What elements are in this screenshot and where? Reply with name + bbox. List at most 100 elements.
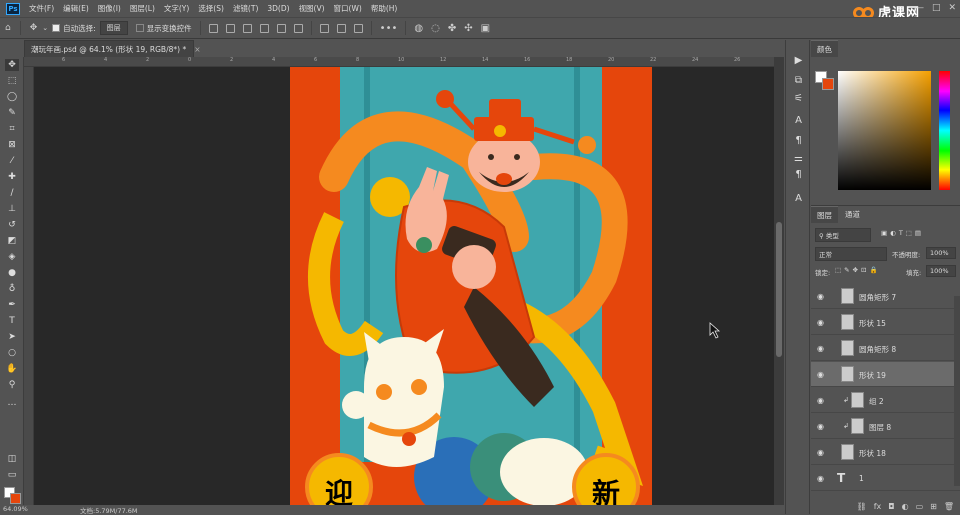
adjustments-icon[interactable]: ⚟ bbox=[790, 92, 807, 106]
pen-tool-icon[interactable]: ✒ bbox=[5, 299, 19, 311]
history-icon[interactable]: ⧉ bbox=[790, 74, 807, 88]
paragraph-icon[interactable]: ¶ bbox=[790, 134, 807, 148]
filter-icons[interactable]: ▣◐T⬚▤ bbox=[881, 229, 924, 237]
move-tool-preset-icon[interactable]: ✥ bbox=[30, 23, 38, 33]
3d-roll-icon[interactable]: ◌ bbox=[431, 23, 440, 34]
fill-input[interactable]: 100% bbox=[926, 265, 956, 277]
move-tool-icon[interactable]: ✥ bbox=[5, 59, 19, 71]
hue-slider[interactable] bbox=[939, 71, 950, 190]
auto-select-target-dropdown[interactable]: 图层 bbox=[99, 21, 128, 35]
layer-row[interactable]: ◉ ↲ 图层 8 bbox=[811, 414, 960, 439]
menu-3d[interactable]: 3D(D) bbox=[267, 4, 289, 13]
adjustment-layer-icon[interactable]: ◐ bbox=[902, 502, 909, 515]
menu-layer[interactable]: 图层(L) bbox=[130, 3, 155, 14]
artwork-canvas[interactable]: 迎 新 bbox=[34, 67, 774, 505]
path-select-tool-icon[interactable]: ➤ bbox=[5, 331, 19, 343]
align-center-icon[interactable] bbox=[225, 23, 235, 33]
canvas-area[interactable]: 迎 新 bbox=[34, 67, 774, 505]
hand-tool-icon[interactable]: ✋ bbox=[5, 363, 19, 375]
show-transform-checkbox[interactable] bbox=[135, 24, 144, 32]
eye-icon[interactable]: ◉ bbox=[817, 292, 824, 301]
healing-tool-icon[interactable]: ✚ bbox=[5, 171, 19, 183]
zoom-tool-icon[interactable]: ⚲ bbox=[5, 379, 19, 391]
fx-icon[interactable]: fx bbox=[874, 502, 882, 515]
home-icon[interactable]: ⌂ bbox=[5, 23, 11, 33]
layer-row-selected[interactable]: ◉ 形状 19 bbox=[811, 362, 960, 387]
scrollbar-thumb[interactable] bbox=[776, 222, 782, 357]
lasso-tool-icon[interactable]: ◯ bbox=[5, 91, 19, 103]
menu-select[interactable]: 选择(S) bbox=[198, 3, 224, 14]
align-bottom-icon[interactable] bbox=[293, 23, 303, 33]
clone-stamp-tool-icon[interactable]: ⊥ bbox=[5, 203, 19, 215]
3d-slide-icon[interactable]: ✣ bbox=[464, 23, 472, 34]
eye-icon[interactable]: ◉ bbox=[817, 318, 824, 327]
layer-row[interactable]: ◉ 形状 18 bbox=[811, 440, 960, 465]
blur-tool-icon[interactable]: ● bbox=[5, 267, 19, 279]
menu-image[interactable]: 图像(I) bbox=[98, 3, 121, 14]
history-brush-tool-icon[interactable]: ↺ bbox=[5, 219, 19, 231]
distribute-center-icon[interactable] bbox=[336, 23, 346, 33]
link-layers-icon[interactable]: ⛓ bbox=[857, 502, 867, 515]
type-tool-icon[interactable]: T bbox=[5, 315, 19, 327]
close-button[interactable]: ✕ bbox=[948, 3, 956, 13]
maximize-button[interactable]: □ bbox=[932, 3, 941, 13]
chevron-down-icon[interactable]: ⌄ bbox=[42, 24, 48, 32]
quick-select-tool-icon[interactable]: ✎ bbox=[5, 107, 19, 119]
libraries-icon[interactable]: ¶ bbox=[790, 168, 807, 182]
new-layer-icon[interactable]: ⊞ bbox=[930, 502, 937, 515]
background-color-swatch[interactable] bbox=[10, 493, 21, 504]
glyphs-icon[interactable]: A bbox=[790, 192, 807, 206]
eye-icon[interactable]: ◉ bbox=[817, 474, 824, 483]
layer-row[interactable]: ◉ 圆角矩形 8 bbox=[811, 336, 960, 361]
add-mask-icon[interactable]: ◘ bbox=[888, 502, 894, 515]
minimize-button[interactable]: — bbox=[915, 3, 924, 13]
blend-mode-dropdown[interactable]: 正常 bbox=[815, 247, 887, 261]
menu-type[interactable]: 文字(Y) bbox=[164, 3, 189, 14]
new-group-icon[interactable]: ▭ bbox=[916, 502, 924, 515]
eraser-tool-icon[interactable]: ◩ bbox=[5, 235, 19, 247]
menu-file[interactable]: 文件(F) bbox=[29, 3, 54, 14]
character-icon[interactable]: A bbox=[790, 114, 807, 128]
menu-help[interactable]: 帮助(H) bbox=[371, 3, 398, 14]
layer-row[interactable]: ◉ 圆角矩形 7 bbox=[811, 284, 960, 309]
properties-icon[interactable]: ⚌ bbox=[790, 152, 807, 166]
eye-icon[interactable]: ◉ bbox=[817, 344, 824, 353]
tab-color[interactable]: 颜色 bbox=[811, 40, 838, 57]
menu-view[interactable]: 视图(V) bbox=[299, 3, 325, 14]
eye-icon[interactable]: ◉ bbox=[817, 448, 824, 457]
screen-mode-icon[interactable]: ▭ bbox=[5, 469, 19, 481]
lock-icons[interactable]: ⬚✎✥⊡🔒 bbox=[835, 266, 881, 274]
document-tab[interactable]: 潮玩年画.psd @ 64.1% (形状 19, RGB/8*) * × bbox=[24, 40, 201, 57]
menu-window[interactable]: 窗口(W) bbox=[334, 3, 362, 14]
eye-icon[interactable]: ◉ bbox=[817, 396, 824, 405]
3d-orbit-icon[interactable]: ◍ bbox=[414, 23, 423, 34]
saturation-brightness-picker[interactable] bbox=[838, 71, 931, 190]
menu-filter[interactable]: 滤镜(T) bbox=[233, 3, 258, 14]
canvas-scrollbar[interactable] bbox=[774, 57, 784, 505]
align-left-icon[interactable] bbox=[208, 23, 218, 33]
brush-tool-icon[interactable]: ∕ bbox=[5, 187, 19, 199]
more-options-button[interactable]: ••• bbox=[380, 23, 398, 34]
eye-icon[interactable]: ◉ bbox=[817, 422, 824, 431]
delete-layer-icon[interactable]: 🗑 bbox=[944, 502, 954, 515]
ellipse-tool-icon[interactable]: ○ bbox=[5, 347, 19, 359]
align-right-icon[interactable] bbox=[242, 23, 252, 33]
menu-edit[interactable]: 编辑(E) bbox=[63, 3, 89, 14]
opacity-input[interactable]: 100% bbox=[926, 247, 956, 259]
close-tab-icon[interactable]: × bbox=[194, 45, 200, 54]
3d-drag-icon[interactable]: ✤ bbox=[448, 23, 456, 34]
play-action-icon[interactable]: ▶ bbox=[790, 54, 807, 68]
tab-channels[interactable]: 通道 bbox=[839, 206, 866, 223]
marquee-tool-icon[interactable]: ⬚ bbox=[5, 75, 19, 87]
dodge-tool-icon[interactable]: ♁ bbox=[5, 283, 19, 295]
3d-scale-icon[interactable]: ▣ bbox=[481, 23, 490, 34]
layer-row[interactable]: ◉ ↲ 组 2 bbox=[811, 388, 960, 413]
layer-filter-dropdown[interactable]: ⚲ 类型 bbox=[815, 228, 871, 242]
eye-icon[interactable]: ◉ bbox=[817, 370, 824, 379]
paint-bucket-tool-icon[interactable]: ◈ bbox=[5, 251, 19, 263]
background-color-swatch[interactable] bbox=[822, 78, 834, 90]
quick-mask-icon[interactable]: ◫ bbox=[5, 453, 19, 465]
layer-row[interactable]: ◉ 形状 15 bbox=[811, 310, 960, 335]
align-top-icon[interactable] bbox=[259, 23, 269, 33]
distribute-right-icon[interactable] bbox=[353, 23, 363, 33]
